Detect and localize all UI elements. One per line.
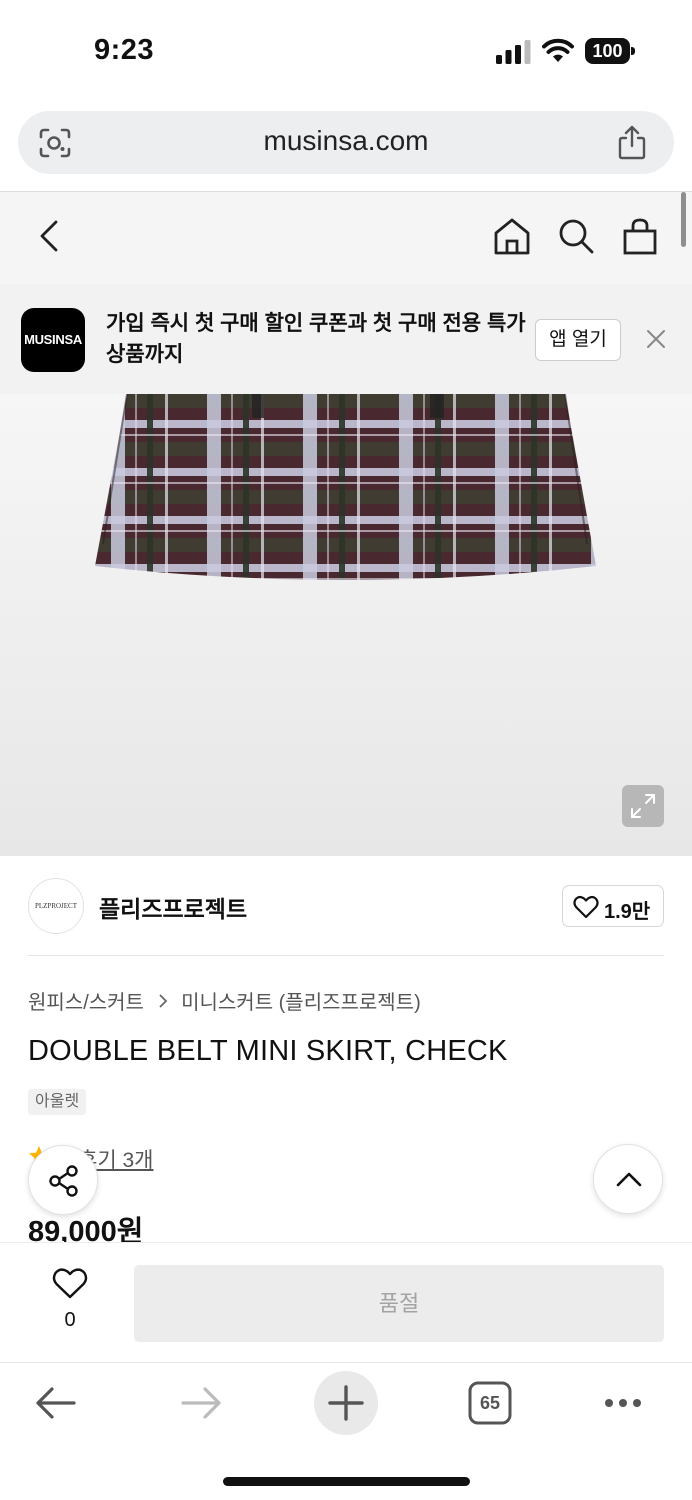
url-bar[interactable]: musinsa.com — [18, 111, 674, 174]
breadcrumb-subcategory[interactable]: 미니스커트 (플리즈프로젝트) — [181, 992, 421, 1014]
brand-like-count: 1.9만 — [604, 901, 651, 923]
wishlist-count: 0 — [64, 1309, 76, 1331]
arrow-left-icon — [36, 1387, 76, 1419]
new-tab-button[interactable] — [314, 1371, 378, 1435]
site-header — [0, 192, 692, 284]
breadcrumb: 원피스/스커트 미니스커트 (플리즈프로젝트) — [28, 986, 421, 1015]
chevron-right-icon — [158, 992, 168, 1015]
divider — [28, 955, 664, 956]
tabs-button[interactable]: 65 — [458, 1371, 522, 1435]
product-title: DOUBLE BELT MINI SKIRT, CHECK — [28, 1035, 508, 1067]
share-button[interactable] — [28, 1145, 98, 1215]
chevron-up-icon — [616, 1172, 642, 1187]
search-icon[interactable] — [556, 216, 596, 256]
brand-like-button[interactable]: 1.9만 — [562, 885, 664, 927]
browser-back-button[interactable] — [24, 1371, 88, 1435]
share-icon[interactable] — [616, 124, 648, 160]
brand-name[interactable]: 플리즈프로젝트 — [99, 890, 247, 924]
scroll-top-button[interactable] — [593, 1144, 663, 1214]
plus-icon — [328, 1385, 364, 1421]
browser-forward-button[interactable] — [169, 1371, 233, 1435]
outlet-badge: 아울렛 — [28, 1089, 87, 1115]
battery-level: 100 — [585, 38, 630, 64]
home-icon[interactable] — [492, 216, 532, 256]
home-indicator — [223, 1477, 470, 1486]
back-icon[interactable] — [30, 216, 70, 256]
open-app-button[interactable]: 앱 열기 — [535, 319, 621, 361]
sold-out-button[interactable]: 품절 — [134, 1265, 664, 1342]
product-image[interactable] — [0, 394, 692, 856]
more-button[interactable] — [591, 1371, 655, 1435]
app-install-banner: MUSINSA 가입 즉시 첫 구매 할인 쿠폰과 첫 구매 전용 특가 상품까… — [0, 284, 692, 394]
banner-message: 가입 즉시 첫 구매 할인 쿠폰과 첫 구매 전용 특가 상품까지 — [106, 312, 526, 366]
expand-image-button[interactable] — [622, 785, 664, 827]
brand-logo[interactable]: PLZPROJECT — [28, 878, 84, 934]
heart-icon — [573, 895, 599, 919]
wifi-icon — [542, 38, 574, 62]
close-icon[interactable] — [645, 328, 667, 350]
purchase-bar: 0 품절 — [0, 1242, 692, 1362]
share-nodes-icon — [49, 1165, 78, 1197]
shopping-bag-icon[interactable] — [620, 216, 660, 256]
arrow-right-icon — [181, 1387, 221, 1419]
skirt-photo — [95, 394, 596, 580]
wishlist-button[interactable]: 0 — [42, 1267, 98, 1337]
scroll-indicator — [681, 192, 686, 247]
musinsa-logo: MUSINSA — [21, 308, 85, 372]
status-bar: 9:23 100 — [0, 0, 692, 100]
more-dots-icon — [605, 1399, 641, 1407]
battery-icon: 100 — [585, 38, 635, 64]
breadcrumb-category[interactable]: 원피스/스커트 — [28, 992, 144, 1014]
status-time: 9:23 — [94, 34, 155, 66]
heart-icon — [52, 1268, 88, 1299]
url-text[interactable]: musinsa.com — [18, 125, 674, 157]
expand-icon — [631, 794, 655, 818]
cellular-signal-icon — [496, 40, 531, 64]
tab-count: 65 — [479, 1393, 501, 1413]
